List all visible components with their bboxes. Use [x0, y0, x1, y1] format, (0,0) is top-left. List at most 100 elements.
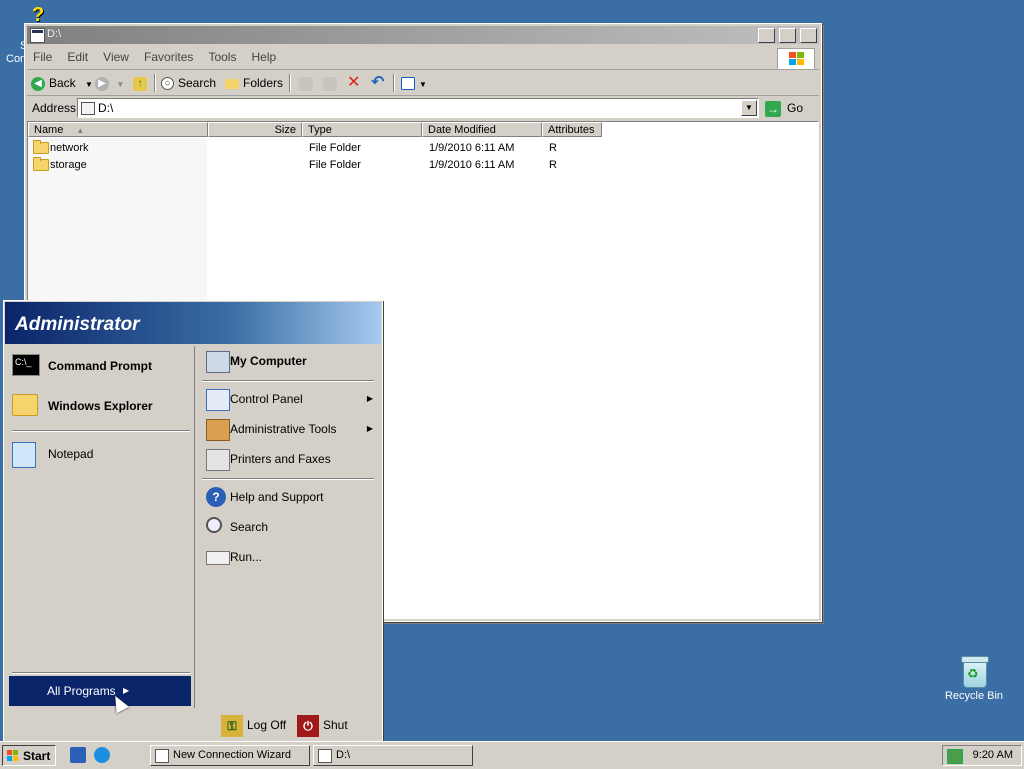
start-item-label: Run... [230, 550, 263, 564]
move-to-button[interactable] [299, 74, 317, 92]
menu-favorites[interactable]: Favorites [138, 47, 199, 67]
chevron-down-icon: ▼ [116, 80, 125, 89]
start-item-command-prompt[interactable]: C:\_ Command Prompt [8, 350, 194, 382]
address-input[interactable]: D:\ ▼ [77, 98, 759, 118]
column-header-type[interactable]: Type [302, 122, 422, 137]
internet-explorer-icon[interactable] [94, 747, 110, 763]
user-name: Administrator [15, 314, 140, 335]
start-item-windows-explorer[interactable]: Windows Explorer [8, 390, 194, 422]
wizard-icon [155, 749, 169, 763]
start-item-label: Search [230, 520, 269, 534]
delete-button[interactable]: ✕ [347, 74, 360, 92]
power-icon: ⏻ [297, 714, 319, 737]
close-button[interactable]: ✕ [800, 28, 817, 43]
menu-file[interactable]: File [27, 47, 58, 67]
file-row[interactable]: network File Folder 1/9/2010 6:11 AM R [28, 140, 728, 156]
start-menu-footer: ⚿ Log Off ⏻Shut Down [5, 710, 381, 755]
administrative-tools-icon [206, 419, 230, 441]
column-header-date-modified[interactable]: Date Modified [422, 122, 542, 137]
address-label: Address [32, 101, 77, 115]
clock[interactable]: 9:20 AM [973, 749, 1013, 761]
file-attributes: R [549, 142, 557, 154]
views-icon [401, 77, 415, 91]
address-dropdown-button[interactable]: ▼ [741, 100, 757, 116]
folder-icon [225, 78, 239, 89]
file-name: storage [50, 159, 87, 171]
recycle-bin-label: Recycle Bin [944, 690, 1004, 702]
start-item-printers-and-faxes[interactable]: Printers and Faxes [196, 446, 379, 472]
maximize-button[interactable]: □ [778, 28, 796, 43]
network-icon[interactable] [947, 749, 963, 764]
file-modified: 1/9/2010 6:11 AM [429, 159, 515, 171]
back-label: Back [49, 76, 76, 90]
title-bar[interactable]: D:\ _ □ ✕ [27, 26, 819, 44]
search-button[interactable]: ○ Search [161, 74, 216, 92]
folders-button[interactable]: Folders [225, 74, 283, 92]
log-off-label: Log Off [247, 718, 287, 732]
start-item-help-and-support[interactable]: ? Help and Support [196, 484, 379, 510]
recycle-bin-icon: ♻ [961, 656, 989, 688]
copy-to-button[interactable] [323, 74, 341, 92]
all-programs-button[interactable]: All Programs ▶ [9, 676, 191, 706]
chevron-right-icon: ▶ [366, 424, 373, 433]
drive-icon [81, 102, 95, 115]
column-header-name[interactable]: Name ▲ [28, 122, 208, 137]
go-button[interactable]: → Go [765, 99, 803, 117]
control-panel-icon [206, 389, 230, 411]
menu-tools[interactable]: Tools [202, 47, 242, 67]
file-modified: 1/9/2010 6:11 AM [429, 142, 515, 154]
file-type: File Folder [309, 142, 361, 154]
undo-button[interactable]: ↶ [371, 74, 384, 92]
task-explorer-d[interactable]: D:\ [313, 745, 473, 766]
column-header-attributes[interactable]: Attributes [542, 122, 602, 137]
log-off-button[interactable]: ⚿ Log Off [221, 714, 287, 737]
start-menu: Administrator C:\_ Command Prompt Window… [3, 300, 383, 755]
start-button[interactable]: Start [2, 745, 56, 766]
start-item-search[interactable]: Search [196, 514, 379, 540]
start-item-control-panel[interactable]: Control Panel ▶ [196, 386, 379, 412]
menu-view[interactable]: View [97, 47, 135, 67]
start-item-label: Administrative Tools [230, 422, 337, 436]
drive-icon [30, 28, 45, 43]
start-item-label: Command Prompt [48, 359, 153, 373]
start-item-notepad[interactable]: Notepad [8, 438, 194, 470]
start-menu-pinned: C:\_ Command Prompt Windows Explorer Not… [8, 346, 195, 708]
start-item-label: Windows Explorer [48, 399, 153, 413]
start-item-run[interactable]: Run... [196, 544, 379, 570]
minimize-button[interactable]: _ [757, 28, 775, 43]
system-tray: 9:20 AM [942, 745, 1022, 766]
start-item-label: Notepad [48, 447, 94, 461]
window-title: D:\ [47, 28, 62, 40]
forward-arrow-icon: ▶ [95, 76, 109, 91]
menu-help[interactable]: Help [246, 47, 283, 67]
column-header-size[interactable]: Size [208, 122, 302, 137]
forward-button[interactable]: ▶ ▼ [95, 74, 124, 92]
copy-to-icon [323, 76, 337, 91]
search-icon [206, 517, 222, 533]
back-button[interactable]: ◀ Back ▼ [31, 74, 93, 92]
start-item-my-computer[interactable]: My Computer [196, 348, 379, 374]
run-icon [206, 551, 230, 565]
show-desktop-icon[interactable] [70, 747, 86, 763]
start-menu-header: Administrator [5, 302, 381, 344]
undo-icon: ↶ [371, 74, 385, 91]
file-row[interactable]: storage File Folder 1/9/2010 6:11 AM R [28, 157, 728, 173]
printer-icon [206, 449, 230, 471]
start-item-label: Help and Support [230, 490, 324, 504]
notepad-icon [12, 442, 36, 468]
folder-icon [33, 157, 49, 171]
menu-edit[interactable]: Edit [61, 47, 94, 67]
task-new-connection-wizard[interactable]: New Connection Wizard [150, 745, 310, 766]
start-item-administrative-tools[interactable]: Administrative Tools ▶ [196, 416, 379, 442]
recycle-bin[interactable]: ♻ Recycle Bin [940, 656, 1008, 702]
key-icon: ⚿ [221, 714, 243, 737]
toolbar: ◀ Back ▼ ▶ ▼ ↑ ○ Search Folders ✕ ↶ ▼ [27, 71, 819, 96]
views-button[interactable]: ▼ [401, 74, 427, 92]
column-header-label: Name [34, 124, 64, 136]
shut-down-button[interactable]: ⏻Shut Down [297, 714, 381, 755]
start-label: Start [23, 749, 51, 763]
file-name: network [50, 142, 89, 154]
start-menu-places: My Computer Control Panel ▶ Administrati… [196, 346, 379, 708]
taskbar: Start New Connection Wizard D:\ 9:20 AM [0, 741, 1024, 769]
up-folder-button[interactable]: ↑ [133, 74, 151, 92]
